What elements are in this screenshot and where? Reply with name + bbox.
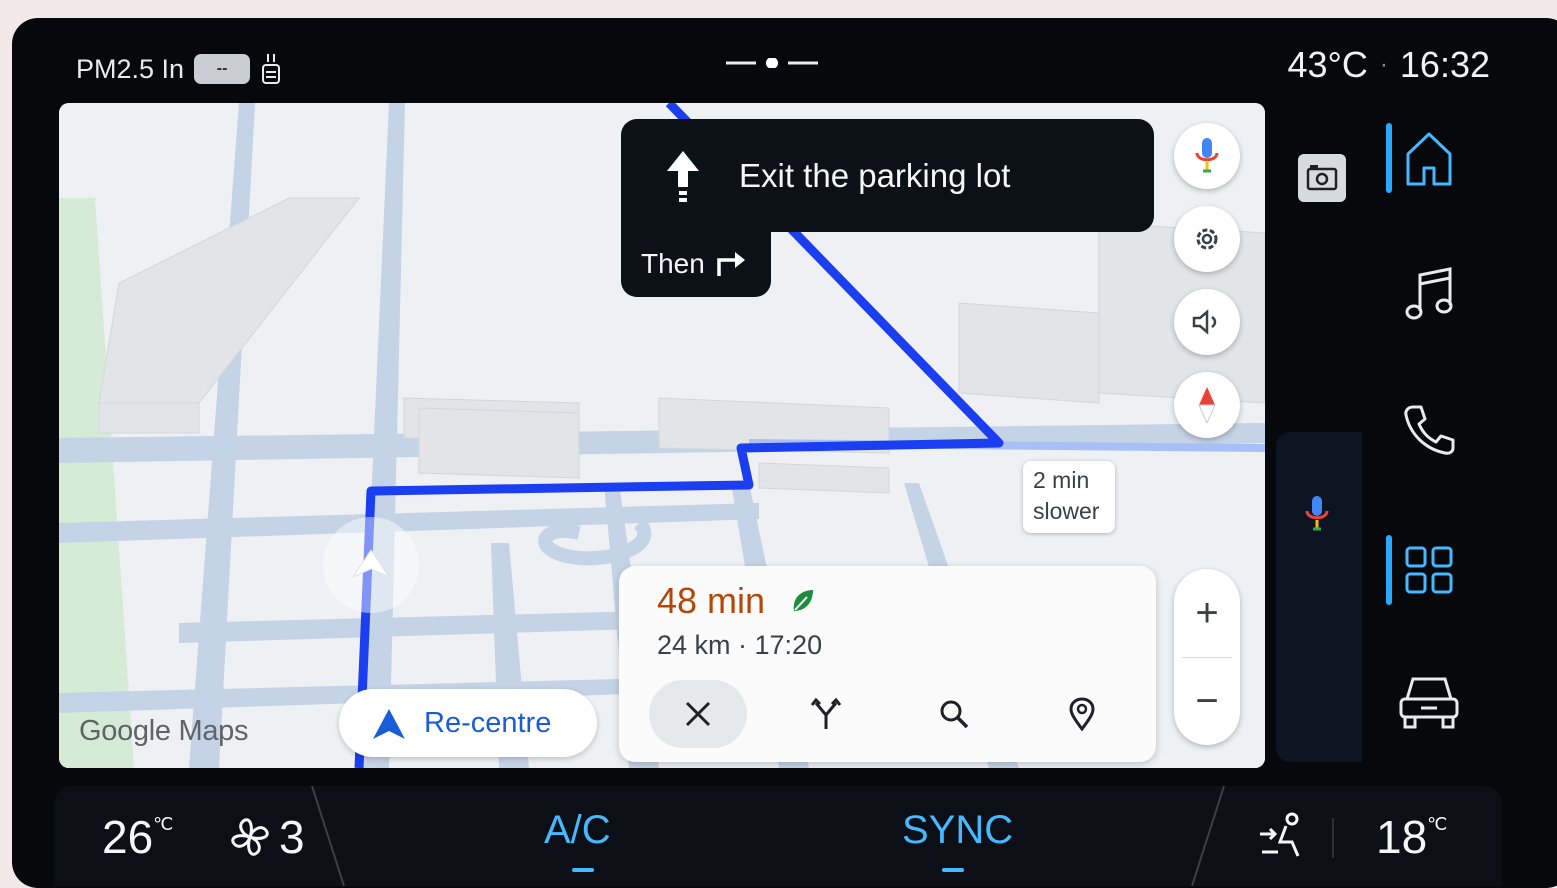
turn-right-icon — [717, 252, 745, 276]
sidebar-item-home[interactable] — [1372, 103, 1486, 213]
compass-button[interactable] — [1174, 372, 1240, 438]
infotainment-screen: PM2.5 In -- 43°C · 16:32 Google Maps Exi… — [12, 18, 1557, 888]
sidebar-item-phone[interactable] — [1372, 375, 1486, 485]
assistant-mic-icon — [1305, 496, 1329, 531]
driver-temperature[interactable]: 26℃ — [102, 810, 173, 864]
active-indicator — [1386, 535, 1392, 605]
fan-speed-control[interactable]: 3 — [227, 810, 305, 864]
settings-button[interactable] — [1174, 206, 1240, 272]
trip-summary-card: 48 min 24 km · 17:20 — [619, 566, 1156, 762]
compass-icon — [1198, 387, 1216, 423]
outside-temperature: 43°C — [1287, 44, 1368, 85]
pm-label: PM2.5 In — [76, 53, 185, 84]
fan-icon — [231, 818, 269, 856]
map-attribution: Google Maps — [79, 715, 249, 747]
trip-duration: 48 min — [657, 580, 766, 621]
apps-grid-icon — [1405, 546, 1453, 594]
voice-search-button[interactable] — [1174, 123, 1240, 189]
airflow-mode-button[interactable] — [1258, 812, 1306, 863]
passenger-temp-value: 18 — [1376, 811, 1428, 863]
climate-divider — [1332, 818, 1334, 858]
fan-speed-value: 3 — [279, 811, 305, 863]
gear-icon — [1196, 228, 1218, 250]
sidebar-item-vehicle[interactable] — [1372, 647, 1486, 757]
clock: 16:32 — [1399, 44, 1490, 85]
turn-instruction-text: Exit the parking lot — [739, 157, 1011, 194]
driver-temp-value: 26 — [102, 811, 154, 863]
status-separator: · — [1379, 51, 1388, 78]
navigation-map[interactable]: Google Maps Exit the parking lot Then 2 … — [59, 103, 1265, 768]
zoom-controls: + − — [1174, 569, 1240, 745]
sidebar-item-apps[interactable] — [1372, 515, 1486, 625]
sync-active-underline — [942, 868, 964, 872]
app-sidebar — [1372, 103, 1486, 803]
camera-icon — [1306, 165, 1338, 191]
straight-arrow-icon — [667, 151, 699, 202]
page-indicator — [726, 58, 818, 68]
recentre-button[interactable]: Re-centre — [339, 689, 597, 757]
sync-button[interactable]: SYNC — [902, 808, 1014, 872]
pm-value-badge: -- — [194, 54, 251, 84]
sound-button[interactable] — [1174, 289, 1240, 355]
zoom-in-button[interactable]: + — [1174, 569, 1240, 657]
climate-bar: 26℃ 3 A/C SYNC 18℃ — [12, 784, 1557, 888]
passenger-temperature[interactable]: 18℃ — [1376, 810, 1447, 864]
search-along-route-button[interactable] — [905, 680, 1003, 748]
trip-actions — [649, 680, 1131, 748]
assistant-panel[interactable] — [1276, 432, 1362, 762]
trip-distance-eta: 24 km · 17:20 — [657, 630, 823, 660]
temp-unit: ℃ — [153, 814, 174, 834]
status-right: 43°C · 16:32 — [1287, 44, 1490, 86]
phone-icon — [1404, 405, 1455, 455]
next-turn-card: Then — [621, 216, 771, 297]
end-navigation-button[interactable] — [649, 680, 747, 748]
ac-button[interactable]: A/C — [544, 808, 611, 872]
ac-label: A/C — [544, 808, 611, 852]
sidebar-item-music[interactable] — [1372, 239, 1486, 349]
seat-airflow-icon — [1260, 812, 1300, 857]
close-icon — [685, 701, 711, 727]
navigation-arrow-icon — [373, 709, 405, 739]
camera-button[interactable] — [1298, 154, 1346, 202]
callout-line-1: 2 min — [1033, 467, 1090, 493]
air-purifier-icon — [262, 54, 281, 84]
add-stop-button[interactable] — [1033, 680, 1131, 748]
home-icon — [1406, 132, 1452, 186]
mic-icon — [1195, 138, 1219, 173]
temp-unit: ℃ — [1427, 814, 1448, 834]
search-icon — [940, 700, 969, 729]
then-label: Then — [641, 248, 705, 279]
pin-icon — [1069, 697, 1095, 731]
air-quality-status: PM2.5 In -- — [76, 52, 282, 86]
sync-label: SYNC — [902, 808, 1014, 852]
zoom-out-button[interactable]: − — [1174, 657, 1240, 745]
active-indicator — [1386, 123, 1392, 193]
ac-active-underline — [572, 868, 594, 872]
route-options-button[interactable] — [777, 680, 875, 748]
volume-icon — [1192, 309, 1217, 335]
alternate-route-callout[interactable]: 2 min slower — [1023, 461, 1115, 533]
car-icon — [1399, 677, 1459, 729]
route-options-icon — [810, 697, 842, 729]
recentre-label: Re-centre — [424, 707, 552, 739]
music-icon — [1405, 267, 1453, 320]
callout-line-2: slower — [1033, 498, 1100, 524]
eco-leaf-icon — [793, 590, 813, 611]
